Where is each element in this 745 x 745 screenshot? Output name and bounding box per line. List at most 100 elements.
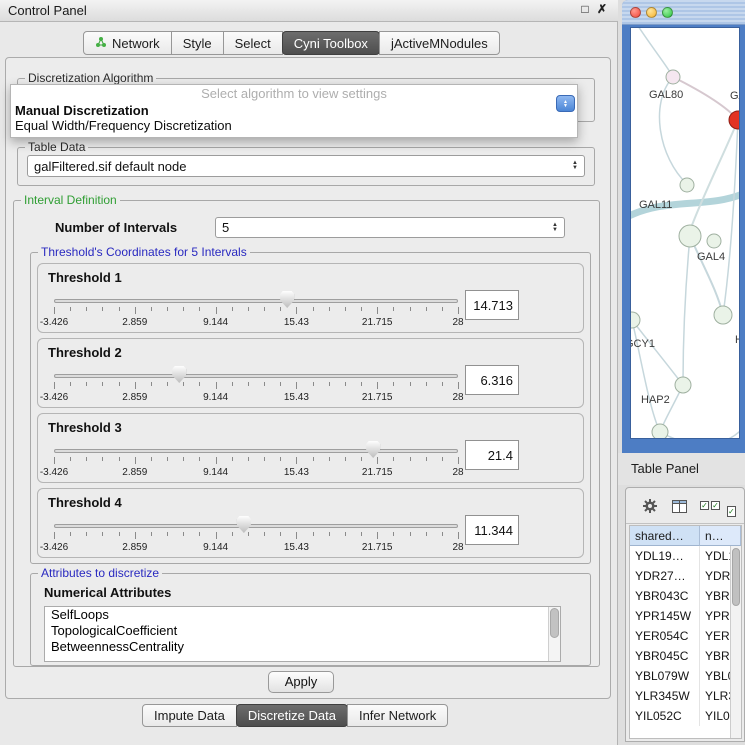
table-row[interactable]: YBL079W YBL0 — [630, 666, 741, 686]
slider-tick — [102, 382, 103, 386]
threshold-slider[interactable]: -3.4262.8599.14415.4321.71528 — [54, 440, 458, 482]
slider-tick — [167, 382, 168, 386]
tab-cyni-toolbox[interactable]: Cyni Toolbox — [282, 31, 380, 55]
threshold-value-field[interactable]: 11.344 — [465, 515, 519, 545]
slider-tick — [167, 457, 168, 461]
tab-jactivemnodules[interactable]: jActiveMNodules — [379, 31, 500, 55]
network-node[interactable] — [707, 234, 721, 248]
scrollbar-thumb[interactable] — [732, 548, 740, 606]
scrollbar-thumb[interactable] — [550, 608, 559, 638]
threshold-slider[interactable]: -3.4262.8599.14415.4321.71528 — [54, 290, 458, 332]
slider-tick — [248, 457, 249, 461]
tab-label: jActiveMNodules — [391, 33, 488, 54]
checkbox-icon[interactable] — [727, 501, 736, 519]
attributes-listbox[interactable]: SelfLoops TopologicalCoefficient Between… — [44, 606, 561, 662]
network-node-label: GAL11 — [639, 199, 672, 211]
attribute-item[interactable]: SelfLoops — [45, 607, 560, 623]
table-row[interactable]: YDL19… YDL1 — [630, 546, 741, 566]
tab-network[interactable]: Network — [83, 31, 172, 55]
close-icon[interactable] — [594, 2, 610, 19]
slider-tick — [377, 307, 378, 314]
network-window-titlebar[interactable] — [622, 0, 745, 25]
attribute-item[interactable]: TopologicalCoefficient — [45, 623, 560, 639]
slider-tick — [86, 532, 87, 536]
slider-thumb[interactable] — [172, 366, 186, 383]
table-row[interactable]: YLR345W YLR3 — [630, 686, 741, 706]
apply-button[interactable]: Apply — [268, 671, 334, 693]
slider-thumb[interactable] — [237, 516, 251, 533]
table-row[interactable]: YER054C YER0 — [630, 626, 741, 646]
network-node[interactable] — [631, 312, 640, 328]
table-data-combo[interactable]: galFiltered.sif default node — [27, 155, 585, 177]
node-table: shared… n… YDL19… YDL1 YDR27… YDR2 — [629, 525, 742, 739]
tab-impute-data[interactable]: Impute Data — [142, 704, 237, 727]
slider-tick — [442, 532, 443, 536]
slider-thumb[interactable] — [366, 441, 380, 458]
table-cell[interactable]: YDL19… — [630, 546, 700, 566]
table-cell[interactable]: YPR145W — [630, 606, 700, 626]
list-scrollbar[interactable] — [548, 607, 560, 661]
tab-select[interactable]: Select — [223, 31, 283, 55]
table-row[interactable]: YDR27… YDR2 — [630, 566, 741, 586]
threshold-slider[interactable]: -3.4262.8599.14415.4321.71528 — [54, 515, 458, 557]
slider-track[interactable] — [54, 374, 458, 378]
table-cell[interactable]: YDR27… — [630, 566, 700, 586]
table-cell[interactable]: YBR043C — [630, 586, 700, 606]
dropdown-option[interactable]: Equal Width/Frequency Discretization — [11, 118, 577, 133]
table-cell[interactable]: YBR045C — [630, 646, 700, 666]
group-title: Threshold's Coordinates for 5 Intervals — [38, 245, 250, 259]
slider-thumb[interactable] — [280, 291, 294, 308]
threshold-label: Threshold 3 — [48, 420, 122, 435]
network-node[interactable] — [675, 377, 691, 393]
column-header-name[interactable]: n… — [700, 526, 741, 546]
threshold-value-field[interactable]: 14.713 — [465, 290, 519, 320]
table-scrollbar[interactable] — [730, 546, 741, 738]
slider-tick — [264, 532, 265, 536]
slider-track[interactable] — [54, 449, 458, 453]
slider-tick — [329, 382, 330, 386]
slider-tick — [199, 457, 200, 461]
table-row[interactable]: YBR045C YBR0 — [630, 646, 741, 666]
column-header-shared-name[interactable]: shared… — [630, 526, 700, 546]
zoom-window-icon[interactable] — [662, 7, 673, 18]
columns-icon[interactable] — [672, 500, 687, 518]
tab-infer-network[interactable]: Infer Network — [347, 704, 448, 727]
network-canvas[interactable]: GAL80GAGAL11GAL4GCY1HAP2H — [630, 27, 740, 439]
threshold-value-field[interactable]: 6.316 — [465, 365, 519, 395]
tab-label: Network — [112, 33, 160, 54]
table-cell[interactable]: YBL079W — [630, 666, 700, 686]
network-node[interactable] — [679, 225, 701, 247]
slider-tick — [199, 382, 200, 386]
threshold-panel: Threshold 4 -3.4262.8599.14415.4321.7152… — [37, 488, 584, 558]
bottom-tabbar: Impute Data Discretize Data Infer Networ… — [142, 704, 448, 727]
number-of-intervals-combo[interactable]: 5 — [215, 217, 565, 238]
slider-tick — [296, 457, 297, 464]
table-cell[interactable]: YIL052C — [630, 706, 700, 726]
table-row[interactable]: YBR043C YBR0 — [630, 586, 741, 606]
network-node[interactable] — [714, 306, 732, 324]
table-row[interactable]: YPR145W YPR1 — [630, 606, 741, 626]
minimize-window-icon[interactable] — [646, 7, 657, 18]
float-window-icon[interactable] — [577, 2, 593, 19]
gear-icon[interactable] — [642, 498, 658, 519]
table-row[interactable]: YIL052C YIL0 — [630, 706, 741, 726]
table-cell[interactable]: YLR345W — [630, 686, 700, 706]
threshold-slider[interactable]: -3.4262.8599.14415.4321.71528 — [54, 365, 458, 407]
network-node[interactable] — [666, 70, 680, 84]
tab-style[interactable]: Style — [171, 31, 224, 55]
dropdown-option[interactable]: Manual Discretization — [11, 103, 577, 118]
slider-tick — [151, 532, 152, 536]
network-node[interactable] — [680, 178, 694, 192]
slider-track[interactable] — [54, 524, 458, 528]
checkbox-pair-icon[interactable] — [700, 501, 720, 510]
tab-discretize-data[interactable]: Discretize Data — [236, 704, 348, 727]
table-cell[interactable]: YER054C — [630, 626, 700, 646]
close-window-icon[interactable] — [630, 7, 641, 18]
slider-tick — [167, 532, 168, 536]
slider-track[interactable] — [54, 299, 458, 303]
network-node-label: GA — [730, 90, 740, 102]
algorithm-combo-button[interactable] — [556, 95, 575, 112]
network-node[interactable] — [652, 424, 668, 439]
attribute-item[interactable]: BetweennessCentrality — [45, 639, 560, 655]
threshold-value-field[interactable]: 21.4 — [465, 440, 519, 470]
